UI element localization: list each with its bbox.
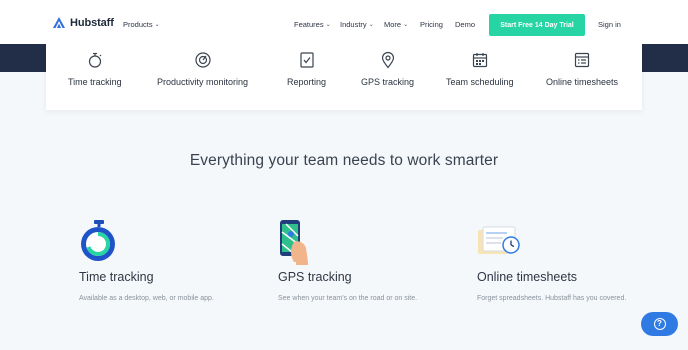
feature-label: Online timesheets [546, 77, 619, 87]
section-headline: Everything your team needs to work smart… [189, 152, 499, 169]
brand-name: Hubstaff [70, 17, 114, 29]
column-icon-wrap [477, 218, 637, 266]
feature-team-scheduling[interactable]: Team scheduling [446, 51, 514, 87]
gauge-icon [194, 52, 211, 68]
column-description: Available as a desktop, web, or mobile a… [79, 295, 214, 302]
column-title: Online timesheets [477, 270, 578, 284]
feature-label: Team scheduling [446, 77, 514, 87]
stopwatch-icon [88, 52, 102, 68]
chevron-down-icon: ⌄ [154, 22, 160, 28]
column-title: Time tracking [79, 270, 154, 284]
features-bar: Time tracking Productivity monitoring Re… [46, 44, 642, 110]
report-check-icon [299, 52, 314, 68]
stopwatch-icon [81, 220, 115, 261]
feature-online-timesheets[interactable]: Online timesheets [546, 51, 618, 87]
feature-label: Productivity monitoring [157, 77, 249, 87]
column-title: GPS tracking [278, 270, 352, 284]
nav-more[interactable]: More ⌄ [384, 20, 408, 29]
sign-in-label: Sign in [598, 20, 621, 29]
nav-products[interactable]: Products ⌄ [123, 20, 160, 29]
feature-label: GPS tracking [361, 77, 415, 87]
column-online-timesheets: Online timesheets Forget spreadsheets. H… [477, 218, 637, 306]
nav-pricing[interactable]: Pricing [420, 20, 443, 29]
timesheet-clock-icon [478, 226, 520, 254]
feature-label: Reporting [287, 77, 327, 87]
nav-pricing-label: Pricing [420, 20, 443, 29]
feature-gps-tracking[interactable]: GPS tracking [361, 51, 414, 87]
column-description: See when your team's on the road or on s… [278, 295, 418, 302]
feature-time-tracking[interactable]: Time tracking [68, 51, 122, 87]
nav-demo[interactable]: Demo [455, 20, 475, 29]
feature-label: Time tracking [68, 77, 122, 87]
question-icon: ? [653, 318, 666, 330]
top-navigation: Hubstaff Products ⌄ Features ⌄ Industry … [0, 0, 688, 44]
feature-reporting[interactable]: Reporting [287, 51, 326, 87]
nav-industry[interactable]: Industry ⌄ [340, 20, 374, 29]
feature-productivity-monitoring[interactable]: Productivity monitoring [157, 51, 248, 87]
nav-more-label: More [384, 20, 402, 29]
nav-products-label: Products [123, 20, 153, 29]
nav-industry-label: Industry [340, 20, 367, 29]
column-time-tracking: Time tracking Available as a desktop, we… [79, 218, 239, 306]
start-trial-button[interactable]: Start Free 14 Day Trial [489, 14, 585, 36]
nav-demo-label: Demo [455, 20, 476, 29]
phone-map-icon [280, 220, 308, 265]
chevron-down-icon: ⌄ [368, 22, 374, 28]
timesheet-icon [574, 52, 590, 68]
hubstaff-logo[interactable]: Hubstaff [52, 16, 114, 30]
column-description: Forget spreadsheets. Hubstaff has you co… [477, 295, 627, 302]
nav-features[interactable]: Features ⌄ [294, 20, 331, 29]
chevron-down-icon: ⌄ [325, 22, 331, 28]
chevron-down-icon: ⌄ [403, 22, 409, 28]
calendar-icon [472, 53, 487, 68]
help-button[interactable]: ? [641, 312, 678, 336]
column-gps-tracking: GPS tracking See when your team's on the… [278, 218, 438, 306]
map-pin-icon [381, 51, 394, 69]
sign-in-link[interactable]: Sign in [598, 20, 621, 29]
column-icon-wrap [278, 218, 438, 266]
column-icon-wrap [79, 218, 239, 266]
hubstaff-logo-icon [53, 17, 65, 28]
nav-features-label: Features [294, 20, 324, 29]
